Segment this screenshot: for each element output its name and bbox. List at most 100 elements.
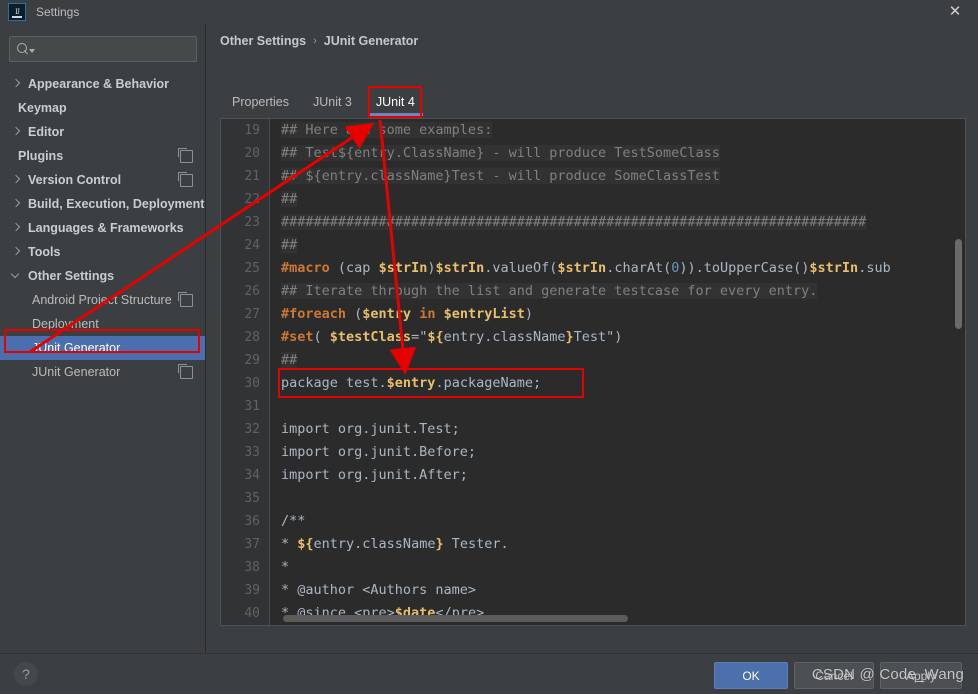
code-token: #set	[281, 329, 314, 345]
line-number: 19	[244, 123, 260, 138]
sidebar-item-keymap[interactable]: Keymap	[0, 96, 205, 120]
code-line[interactable]: ## Here are some examples:	[270, 119, 965, 142]
code-token: ##	[281, 237, 298, 253]
line-number: 22	[244, 192, 260, 207]
ok-button[interactable]: OK	[714, 662, 788, 689]
line-number: 35	[244, 491, 260, 506]
chevron-right-icon[interactable]	[10, 221, 24, 235]
code-token: #foreach	[281, 306, 347, 322]
code-token: $entryList	[443, 306, 525, 322]
sidebar-item-languages-frameworks[interactable]: Languages & Frameworks	[0, 216, 205, 240]
sidebar-item-tools[interactable]: Tools	[0, 240, 205, 264]
breadcrumb-leaf: JUnit Generator	[323, 34, 419, 48]
settings-dialog: IJ Settings ✕ Appearance & Behavior Keyma…	[0, 0, 978, 694]
code-line[interactable]: * ${entry.className} Tester.	[270, 533, 965, 556]
code-line[interactable]: /**	[270, 510, 965, 533]
line-number: 38	[244, 560, 260, 575]
code-line[interactable]: ########################################…	[270, 211, 965, 234]
sidebar-item-label: Version Control	[28, 173, 122, 187]
code-line[interactable]: ## Iterate through the list and generate…	[270, 280, 965, 303]
line-number: 20	[244, 146, 260, 161]
sidebar-item-label: Keymap	[18, 101, 67, 115]
sidebar-item-android-project-structure[interactable]: Android Project Structure	[0, 288, 205, 312]
code-token: .charAt(	[606, 260, 672, 276]
sidebar-item-label: Build, Execution, Deployment	[28, 197, 205, 211]
chevron-down-icon[interactable]	[10, 269, 24, 283]
code-token: import org.junit.After;	[281, 467, 468, 483]
sidebar-item-plugins[interactable]: Plugins	[0, 144, 205, 168]
title-bar: IJ Settings ✕	[0, 0, 978, 24]
code-token: $strIn	[557, 260, 607, 276]
code-line[interactable]: import org.junit.After;	[270, 464, 965, 487]
search-input[interactable]	[35, 41, 196, 57]
copy-icon[interactable]	[178, 292, 193, 307]
code-token: ## Iterate through the list and generate…	[281, 283, 818, 299]
code-token: )	[524, 306, 534, 322]
breadcrumb: Other Settings › JUnit Generator	[220, 34, 418, 48]
cancel-button[interactable]: Cancel	[794, 662, 874, 689]
chevron-right-icon[interactable]	[10, 173, 24, 187]
sidebar-item-other-settings[interactable]: Other Settings	[0, 264, 205, 288]
code-token: $strIn	[435, 260, 485, 276]
line-number: 40	[244, 606, 260, 621]
code-line[interactable]: ## ${entry.className}Test - will produce…	[270, 165, 965, 188]
line-number: 25	[244, 261, 260, 276]
line-number: 36	[244, 514, 260, 529]
chevron-right-icon[interactable]	[10, 125, 24, 139]
code-line[interactable]: #set( $testClass="${entry.className}Test…	[270, 326, 965, 349]
copy-icon[interactable]	[178, 172, 193, 187]
chevron-right-icon[interactable]	[10, 197, 24, 211]
code-line[interactable]: ##	[270, 234, 965, 257]
sidebar-item-build-execution-deployment[interactable]: Build, Execution, Deployment	[0, 192, 205, 216]
sidebar-item-appearance-behavior[interactable]: Appearance & Behavior	[0, 72, 205, 96]
sidebar-selection-box	[4, 329, 200, 353]
code-token: * @author <Authors name>	[281, 582, 477, 598]
help-button[interactable]: ?	[14, 662, 38, 686]
code-line[interactable]: *	[270, 556, 965, 579]
settings-content-panel: Other Settings › JUnit Generator Propert…	[206, 24, 978, 654]
line-number: 39	[244, 583, 260, 598]
search-box[interactable]	[9, 36, 197, 62]
code-line[interactable]: import org.junit.Test;	[270, 418, 965, 441]
code-line[interactable]: #macro (cap $strIn)$strIn.valueOf($strIn…	[270, 257, 965, 280]
code-token: $strIn	[809, 260, 859, 276]
code-line[interactable]	[270, 395, 965, 418]
line-number: 34	[244, 468, 260, 483]
code-token: ## Test${entry.ClassName} - will produce…	[281, 145, 720, 161]
sidebar-item-junit-generator[interactable]: JUnit Generator	[0, 360, 205, 384]
code-line[interactable]: ## Test${entry.ClassName} - will produce…	[270, 142, 965, 165]
line-number: 21	[244, 169, 260, 184]
line-number: 26	[244, 284, 260, 299]
line-number: 37	[244, 537, 260, 552]
code-line[interactable]	[270, 487, 965, 510]
code-token: }	[565, 329, 574, 345]
code-line[interactable]: #foreach ($entry in $entryList)	[270, 303, 965, 326]
code-token: ${	[427, 329, 444, 345]
line-number-gutter: 19 20 21 22 23 24 25 26 27 28 29 30 31 32 33 34 35 36 37 38…	[221, 119, 270, 625]
apply-button[interactable]: Apply	[880, 662, 962, 689]
sidebar-item-editor[interactable]: Editor	[0, 120, 205, 144]
chevron-right-icon[interactable]	[10, 245, 24, 259]
code-line[interactable]: * @author <Authors name>	[270, 579, 965, 602]
line-number: 31	[244, 399, 260, 414]
tab-junit-3[interactable]: JUnit 3	[301, 92, 364, 116]
breadcrumb-root[interactable]: Other Settings	[220, 34, 306, 48]
code-token: ##	[281, 352, 298, 368]
copy-icon[interactable]	[178, 148, 193, 163]
sidebar-item-label: Languages & Frameworks	[28, 221, 184, 235]
sidebar-item-version-control[interactable]: Version Control	[0, 168, 205, 192]
copy-icon[interactable]	[178, 364, 193, 379]
code-line[interactable]: ##	[270, 188, 965, 211]
code-line[interactable]: import org.junit.Before;	[270, 441, 965, 464]
sidebar-item-label: Tools	[28, 245, 61, 259]
line-number: 30	[244, 376, 260, 391]
code-token: Test")	[573, 329, 623, 345]
sidebar-item-label: Plugins	[18, 149, 64, 163]
horizontal-scrollbar[interactable]	[283, 615, 628, 622]
chevron-right-icon[interactable]	[10, 77, 24, 91]
tab-properties[interactable]: Properties	[220, 92, 301, 116]
code-token: Tester.	[443, 536, 509, 552]
close-icon[interactable]: ✕	[932, 0, 978, 24]
vertical-scrollbar[interactable]	[955, 239, 962, 329]
